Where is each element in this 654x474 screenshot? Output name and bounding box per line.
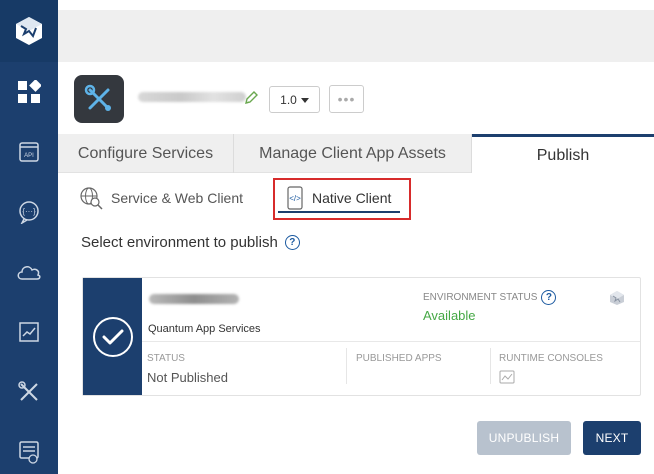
chevron-down-icon	[300, 97, 309, 103]
checkmark-icon	[92, 316, 133, 357]
tab-manage-client-app-assets[interactable]: Manage Client App Assets	[234, 134, 472, 173]
dashboard-icon[interactable]	[0, 70, 58, 114]
environment-selected-panel[interactable]	[83, 278, 142, 395]
environment-status-value: Available	[423, 308, 476, 323]
tab-publish[interactable]: Publish	[472, 134, 654, 174]
environment-type: Quantum App Services	[148, 323, 261, 335]
highlight-annotation-box	[273, 178, 411, 220]
more-options-button[interactable]: •••	[329, 85, 364, 113]
environment-heading: Select environment to publish ?	[81, 234, 300, 251]
runtime-console-icon[interactable]	[499, 369, 515, 390]
subtab-service-web-client-label: Service & Web Client	[111, 190, 244, 206]
cube-icon	[609, 290, 625, 311]
col-status-label: STATUS	[147, 353, 185, 364]
col-published-apps-label: PUBLISHED APPS	[356, 353, 442, 364]
main-tabs: Configure Services Manage Client App Ass…	[58, 134, 654, 174]
globe-search-icon	[80, 187, 103, 210]
subtab-service-web-client[interactable]: Service & Web Client	[79, 184, 243, 212]
edit-pencil-icon[interactable]	[243, 90, 259, 111]
unpublish-button[interactable]: UNPUBLISH	[477, 421, 571, 455]
version-value: 1.0	[280, 92, 297, 107]
api-icon[interactable]: API	[0, 130, 58, 174]
environment-card[interactable]: Quantum App Services ENVIRONMENT STATUS …	[82, 277, 641, 396]
tab-configure-services[interactable]: Configure Services	[58, 134, 234, 173]
column-separator	[346, 348, 347, 384]
app-name-redacted	[138, 92, 246, 102]
left-nav-rail: API {···}	[0, 0, 58, 474]
status-help-icon[interactable]: ?	[541, 290, 557, 305]
environment-status-label-text: ENVIRONMENT STATUS	[423, 292, 538, 303]
message-icon[interactable]: {···}	[0, 190, 58, 234]
logo-cube-icon[interactable]	[0, 0, 58, 62]
marketplace-icon[interactable]	[0, 430, 58, 474]
cloud-icon[interactable]	[0, 250, 58, 294]
card-divider	[142, 341, 640, 342]
svg-text:API: API	[24, 153, 34, 159]
col-runtime-consoles-label: RUNTIME CONSOLES	[499, 353, 603, 364]
column-separator	[490, 348, 491, 384]
help-icon[interactable]: ?	[284, 235, 300, 250]
top-header-band	[58, 0, 654, 62]
environment-heading-text: Select environment to publish	[81, 234, 278, 251]
svg-text:{···}: {···}	[22, 207, 36, 216]
publish-status-text: Not Published	[147, 370, 228, 385]
environment-status-label: ENVIRONMENT STATUS ?	[423, 290, 557, 305]
version-select[interactable]: 1.0	[269, 86, 320, 113]
tools-icon[interactable]	[0, 370, 58, 414]
next-button[interactable]: NEXT	[583, 421, 641, 455]
analytics-icon[interactable]	[0, 310, 58, 354]
app-icon	[74, 75, 124, 123]
environment-name-redacted	[149, 294, 239, 304]
